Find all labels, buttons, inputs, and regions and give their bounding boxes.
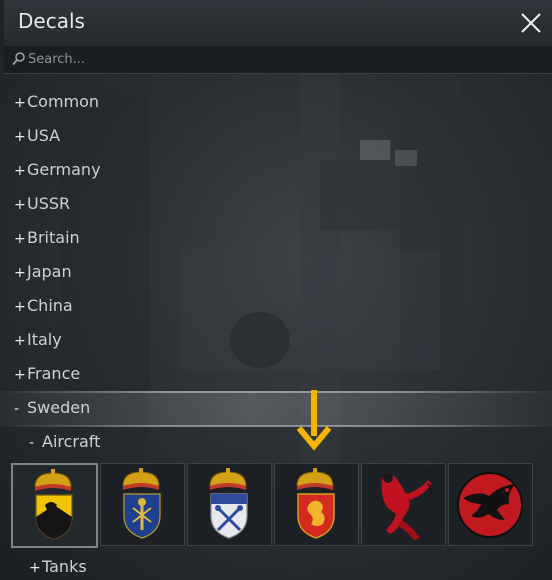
tree-item-tanks[interactable]: +Tanks xyxy=(29,555,87,579)
tree-item-label: China xyxy=(27,296,73,315)
expand-sign: + xyxy=(14,163,26,179)
highlight-divider-bottom xyxy=(0,425,552,427)
expand-sign: + xyxy=(14,129,26,145)
expand-sign: + xyxy=(29,560,41,576)
red-devil-pinup-icon xyxy=(381,467,437,540)
expand-sign: + xyxy=(14,367,26,383)
tree-item-label: Britain xyxy=(27,228,80,247)
crowned-shield-red-griffin-icon xyxy=(296,468,335,539)
decal-tile-3[interactable] xyxy=(187,463,272,546)
tree-item-label: Sweden xyxy=(27,398,91,417)
tree-item-label: Japan xyxy=(27,262,72,281)
tree-item-label: Common xyxy=(27,92,100,111)
tree-item-label: USA xyxy=(27,126,61,145)
decal-tile-5[interactable] xyxy=(361,463,446,546)
expand-sign: + xyxy=(14,197,26,213)
decal-tile-2[interactable] xyxy=(100,463,185,546)
tree-item-germany[interactable]: +Germany xyxy=(14,158,101,182)
window-titlebar: Decals xyxy=(4,0,552,47)
down-arrow-icon xyxy=(296,390,332,451)
tree-item-italy[interactable]: +Italy xyxy=(14,328,62,352)
search-icon xyxy=(12,52,25,66)
highlight-divider-top xyxy=(0,391,552,393)
tree-item-label: Tanks xyxy=(42,557,87,576)
tree-item-japan[interactable]: +Japan xyxy=(14,260,72,284)
tree-item-usa[interactable]: +USA xyxy=(14,124,60,148)
tree-item-aircraft[interactable]: - Aircraft xyxy=(29,430,100,454)
close-button[interactable] xyxy=(510,0,552,46)
tree-item-label: France xyxy=(27,364,81,383)
window-title: Decals xyxy=(18,9,85,33)
decal-tile-1[interactable] xyxy=(11,463,98,548)
decal-tile-6[interactable] xyxy=(448,463,533,546)
crowned-shield-black-gold-lion-icon xyxy=(34,469,73,540)
tree-item-label: USSR xyxy=(27,194,71,213)
expand-sign: + xyxy=(14,265,26,281)
expand-sign: + xyxy=(14,95,26,111)
expand-sign: + xyxy=(14,231,26,247)
close-icon xyxy=(521,13,541,33)
crowned-shield-white-crossed-keys-icon xyxy=(209,468,248,539)
decal-grid xyxy=(0,456,552,552)
expand-sign: + xyxy=(14,299,26,315)
search-input[interactable] xyxy=(28,49,538,69)
crowned-shield-blue-sheaf-icon xyxy=(122,468,161,539)
tree-item-china[interactable]: +China xyxy=(14,294,73,318)
collapse-sign: - xyxy=(29,435,35,451)
decal-tile-4[interactable] xyxy=(274,463,359,546)
tree-item-sweden[interactable]: - Sweden xyxy=(14,396,90,420)
tree-item-common[interactable]: +Common xyxy=(14,90,99,114)
tree-item-france[interactable]: +France xyxy=(14,362,80,386)
tree-item-britain[interactable]: +Britain xyxy=(14,226,80,250)
red-circle-black-bird-icon xyxy=(457,472,523,538)
collapse-sign: - xyxy=(14,401,20,417)
expand-sign: + xyxy=(14,333,26,349)
tree-item-ussr[interactable]: +USSR xyxy=(14,192,70,216)
tree-item-label: Aircraft xyxy=(42,432,101,451)
tree-item-label: Germany xyxy=(27,160,101,179)
decals-window: Decals +Common +USA +Germany +USSR +Brit… xyxy=(0,0,552,580)
search-bar xyxy=(4,46,552,74)
tree-item-label: Italy xyxy=(27,330,62,349)
